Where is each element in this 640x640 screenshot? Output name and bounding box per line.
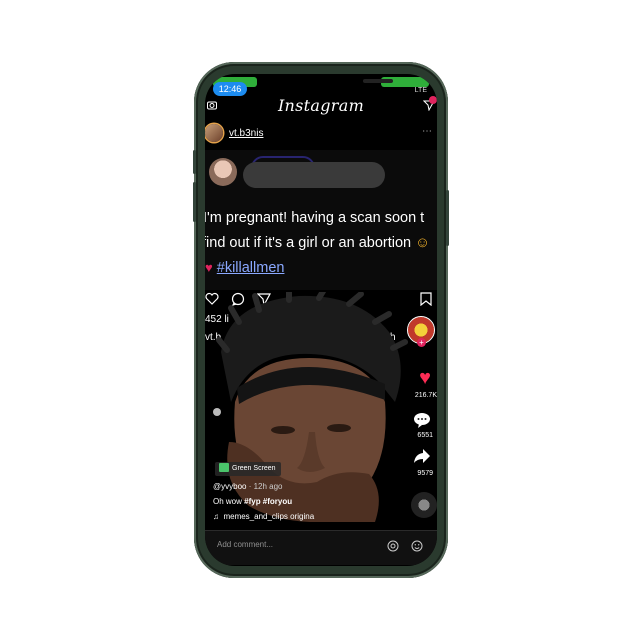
green-screen-icon [219,463,229,472]
side-button [446,190,449,246]
speaker [363,79,393,83]
volume-button [193,150,196,174]
status-bar: 12:46 LTE [205,74,437,96]
post-username[interactable]: vt.b3nis [229,128,263,139]
share-arrow-icon[interactable] [413,448,431,464]
emoji-icon[interactable] [411,540,423,552]
tiktok-time-ago: · 12h ago [248,482,283,491]
post-image: I'm pregnant! having a scan soon t find … [205,150,437,290]
instagram-header: Instagram [205,96,437,120]
redaction-bar [243,162,385,188]
music-disc-icon[interactable] [411,492,437,518]
green-screen-label: Green Screen [232,465,276,472]
status-time: 12:46 [213,82,247,96]
avatar[interactable] [205,124,223,142]
tiktok-caption-text: Oh wow [213,497,245,506]
tiktok-share-count: 9579 [417,470,433,477]
comment-bar: Add comment... [205,530,437,565]
tweet-text: I'm pregnant! having a scan soon t [205,210,425,226]
ellipsis-icon[interactable]: ⋯ [422,126,433,137]
tiktok-sound-label: memes_and_clips origina [223,512,315,521]
post-header: vt.b3nis ⋯ [205,124,437,146]
follow-plus-icon[interactable]: + [417,338,426,347]
heart-emoji-icon: ♥ [205,260,213,275]
tiktok-sound[interactable]: ♫ memes_and_clips origina [213,512,314,521]
mention-icon[interactable] [387,540,399,552]
tweet-text: find out if it's a girl or an abortion [205,235,412,251]
comment-input[interactable]: Add comment... [217,540,273,549]
heart-icon[interactable]: ♥ [419,368,431,388]
instagram-logo: Instagram [277,96,365,115]
notch [263,74,393,92]
music-note-icon: ♫ [213,512,219,521]
tweet-line: ♥ #killallmen [205,260,284,276]
green-screen-chip[interactable]: Green Screen [215,462,281,476]
tiktok-username[interactable]: @yvyboo [213,482,246,491]
smile-emoji-icon: ☺ [415,235,430,251]
comment-icon[interactable] [413,412,431,428]
volume-button [193,182,196,222]
tiktok-comment-count: 6551 [417,432,433,439]
tiktok-hashtags[interactable]: #fyp #foryou [244,497,292,506]
tiktok-caption: Oh wow #fyp #foryou [213,497,292,506]
tweet-avatar [209,158,237,186]
tweet-line: I'm pregnant! having a scan soon t [205,210,424,226]
tiktok-username-row: @yvyboo · 12h ago [213,482,283,491]
hashtag-link[interactable]: #killallmen [217,260,285,276]
tiktok-like-count: 216.7K [414,392,437,399]
phone-screen: 12:46 LTE Instagram vt.b3nis ⋯ I'm pregn… [205,74,437,566]
tweet-line: find out if it's a girl or an abortion ☺ [205,235,430,251]
network-label: LTE [414,87,427,94]
notification-badge [429,96,437,104]
